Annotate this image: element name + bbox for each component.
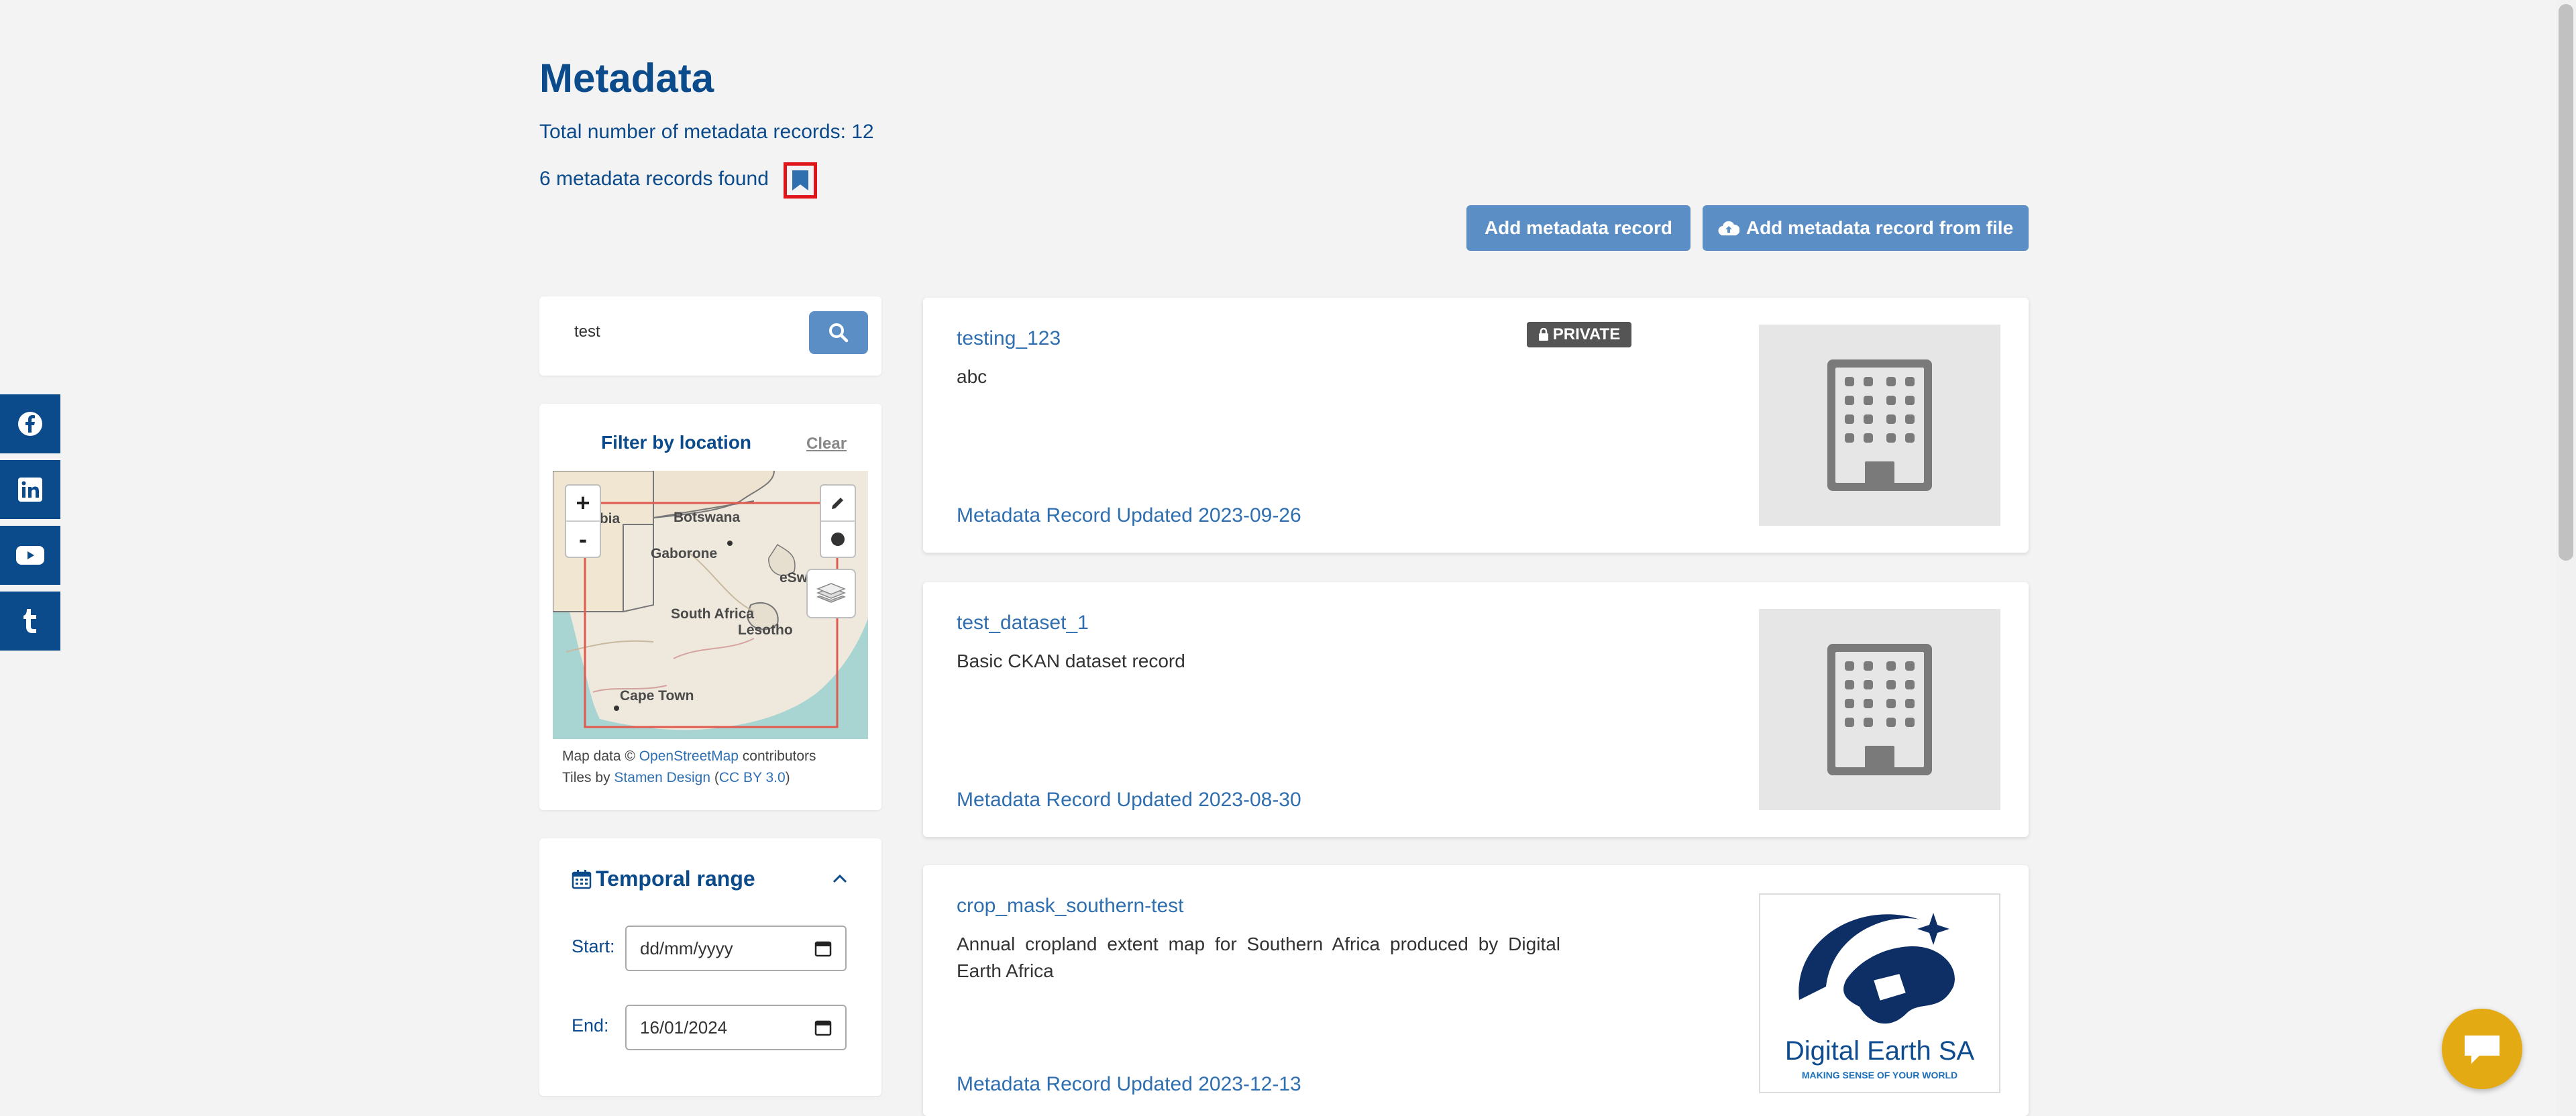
digital-earth-sa-logo: Digital Earth SA MAKING SENSE OF YOUR WO…: [1766, 899, 1994, 1087]
attribution-text: Map data ©: [562, 748, 639, 764]
result-updated-date: Metadata Record Updated 2023-12-13: [957, 1073, 1301, 1095]
end-date-value: 16/01/2024: [640, 1017, 728, 1038]
attribution-text: (: [710, 770, 719, 785]
search-input[interactable]: [561, 310, 805, 354]
zoom-in-button[interactable]: +: [566, 486, 600, 522]
add-from-file-label: Add metadata record from file: [1746, 217, 2014, 238]
private-badge: PRIVATE: [1527, 322, 1631, 347]
add-metadata-record-button[interactable]: Add metadata record: [1466, 205, 1690, 251]
layers-icon: [816, 583, 847, 603]
lock-icon: [1538, 328, 1548, 341]
clear-location-link[interactable]: Clear: [806, 435, 847, 453]
globe-arc-graphic: [1799, 913, 1955, 1024]
map-attribution-data: Map data © OpenStreetMap contributors: [562, 748, 816, 765]
result-description: abc: [957, 366, 987, 387]
bookmark-button[interactable]: [784, 162, 817, 199]
map-label-cape-town: Cape Town: [620, 688, 694, 704]
result-thumbnail[interactable]: [1759, 609, 2000, 810]
draw-marker-button[interactable]: [821, 522, 855, 557]
linkedin-icon: [18, 478, 42, 502]
result-thumbnail[interactable]: Digital Earth SA MAKING SENSE OF YOUR WO…: [1759, 893, 2000, 1093]
calendar-picker-icon[interactable]: [814, 1019, 832, 1036]
add-metadata-record-from-file-button[interactable]: Add metadata record from file: [1703, 205, 2029, 251]
private-badge-label: PRIVATE: [1552, 325, 1621, 343]
cc-by-link[interactable]: CC BY 3.0: [719, 770, 786, 785]
page-title: Metadata: [539, 56, 714, 101]
search-button[interactable]: [809, 311, 868, 354]
cloud-upload-icon: [1718, 221, 1739, 236]
map-label-botswana: Botswana: [674, 510, 741, 525]
search-icon: [829, 323, 849, 343]
attribution-text: ): [785, 770, 790, 785]
map-attribution-tiles: Tiles by Stamen Design (CC BY 3.0): [562, 770, 790, 786]
draw-control: [820, 484, 856, 558]
tumblr-icon: [23, 609, 36, 633]
draw-rectangle-button[interactable]: [821, 486, 855, 522]
map-label-lesotho: Lesotho: [738, 622, 793, 638]
result-description: Basic CKAN dataset record: [957, 651, 1185, 671]
end-date-label: End:: [572, 1015, 609, 1036]
pencil-icon: [832, 498, 843, 509]
chat-icon: [2465, 1036, 2500, 1064]
attribution-text: contributors: [738, 748, 816, 764]
facebook-link[interactable]: [0, 394, 60, 453]
start-date-input[interactable]: dd/mm/yyyy: [625, 926, 847, 971]
temporal-range-title: Temporal range: [596, 867, 755, 891]
scrollbar-thumb[interactable]: [2559, 4, 2573, 561]
result-title-link[interactable]: test_dataset_1: [957, 612, 1089, 634]
result-title-link[interactable]: testing_123: [957, 327, 1061, 350]
bookmark-icon: [792, 170, 808, 190]
start-date-label: Start:: [572, 936, 615, 956]
attribution-text: Tiles by: [562, 770, 614, 785]
circle-icon: [831, 533, 845, 546]
facebook-icon: [18, 412, 42, 436]
building-icon: [1827, 644, 1932, 775]
start-date-value: dd/mm/yyyy: [640, 938, 733, 958]
map-label-south-africa: South Africa: [671, 606, 755, 622]
map-label-gaborone: Gaborone: [651, 546, 718, 561]
map-label-eswatini: eSw: [780, 570, 808, 585]
chevron-up-icon[interactable]: [832, 873, 848, 884]
youtube-icon: [16, 546, 44, 565]
calendar-picker-icon[interactable]: [814, 940, 832, 957]
total-records-count: Total number of metadata records: 12: [539, 121, 874, 143]
tumblr-link[interactable]: [0, 592, 60, 651]
filter-by-location-title: Filter by location: [601, 432, 752, 453]
result-title-link[interactable]: crop_mask_southern-test: [957, 895, 1184, 917]
calendar-icon: [572, 870, 592, 889]
result-updated-date: Metadata Record Updated 2023-09-26: [957, 504, 1301, 526]
end-date-input[interactable]: 16/01/2024: [625, 1005, 847, 1050]
result-updated-date: Metadata Record Updated 2023-08-30: [957, 789, 1301, 811]
result-description: Annual cropland extent map for Southern …: [957, 934, 1560, 981]
linkedin-link[interactable]: [0, 460, 60, 519]
add-metadata-record-label: Add metadata record: [1484, 217, 1673, 238]
chat-button[interactable]: [2442, 1009, 2522, 1089]
openstreetmap-link[interactable]: OpenStreetMap: [639, 748, 739, 764]
zoom-out-button[interactable]: -: [566, 522, 600, 557]
layers-button[interactable]: [806, 569, 856, 618]
logo-text: Digital Earth SA: [1784, 1036, 1975, 1066]
result-thumbnail[interactable]: [1759, 325, 2000, 526]
logo-tagline: MAKING SENSE OF YOUR WORLD: [1801, 1070, 1958, 1080]
youtube-link[interactable]: [0, 526, 60, 585]
zoom-control: + -: [565, 484, 601, 558]
stamen-design-link[interactable]: Stamen Design: [614, 770, 710, 785]
building-icon: [1827, 359, 1932, 491]
records-found-count: 6 metadata records found: [539, 168, 769, 190]
